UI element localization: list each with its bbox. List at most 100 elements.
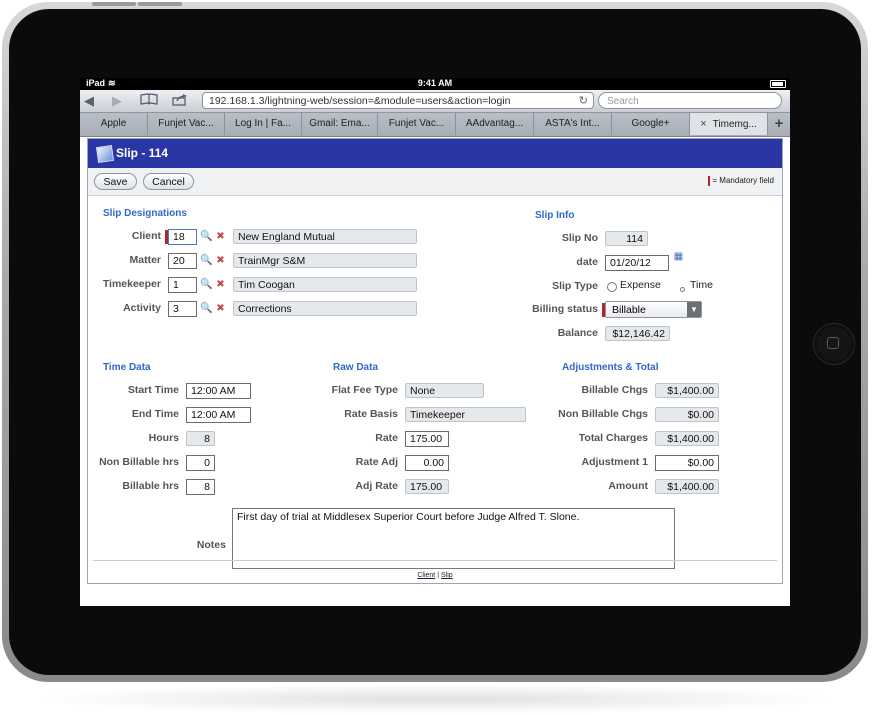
activity-id-input[interactable]: 3 <box>168 301 197 317</box>
forward-icon[interactable]: ▶ <box>112 93 122 109</box>
address-text: 192.168.1.3/lightning-web/session=&modul… <box>209 95 511 107</box>
end-time-input[interactable]: 12:00 AM <box>186 407 251 423</box>
balance-label: Balance <box>557 327 598 339</box>
status-bar: iPad ≋ 9:41 AM <box>80 78 790 90</box>
lookup-icon[interactable]: 🔍 <box>200 231 212 242</box>
clear-icon[interactable]: ✖ <box>215 303 226 314</box>
clear-icon[interactable]: ✖ <box>215 255 226 266</box>
browser-toolbar: ◀ ▶ 192.168.1.3/lightning-web/session=&m… <box>80 90 790 113</box>
action-bar: Save Cancel = Mandatory field <box>88 168 782 196</box>
browser-tab[interactable]: Log In | Fa... <box>225 113 302 135</box>
chevron-down-icon: ▼ <box>687 302 701 317</box>
billing-status-value: Billable <box>612 304 646 316</box>
rate-adj-input[interactable]: 0.00 <box>405 455 449 471</box>
form-title: Slip - 114 <box>116 146 169 160</box>
browser-tab[interactable]: Funjet Vac... <box>148 113 225 135</box>
lookup-icon[interactable]: 🔍 <box>200 255 212 266</box>
home-button-icon <box>827 337 839 349</box>
adj-rate-field: 175.00 <box>405 479 449 494</box>
adj-rate-label: Adj Rate <box>355 480 398 492</box>
lookup-icon[interactable]: 🔍 <box>200 279 212 290</box>
browser-tab[interactable]: Gmail: Ema... <box>302 113 378 135</box>
timekeeper-id-input[interactable]: 1 <box>168 277 197 293</box>
balance-field: $12,146.42 <box>605 326 670 341</box>
time-radio[interactable] <box>680 287 685 292</box>
slip-info-heading: Slip Info <box>535 210 575 221</box>
timekeeper-label: Timekeeper <box>102 278 161 290</box>
slip-link[interactable]: Slip <box>441 572 453 579</box>
browser-tab[interactable]: Funjet Vac... <box>378 113 456 135</box>
save-button[interactable]: Save <box>94 173 137 190</box>
mandatory-legend: = Mandatory field <box>708 176 774 186</box>
non-billable-hrs-input[interactable]: 0 <box>186 455 215 471</box>
hours-label: Hours <box>148 432 179 444</box>
browser-tab[interactable]: Google+ <box>612 113 690 135</box>
volume-button <box>92 2 136 6</box>
status-time: 9:41 AM <box>417 78 453 88</box>
timekeeper-name-field: Tim Coogan <box>233 277 417 292</box>
billable-hrs-label: Billable hrs <box>122 480 179 492</box>
browser-tab[interactable]: ASTA's Int... <box>534 113 612 135</box>
browser-tab[interactable]: Apple <box>80 113 148 135</box>
slip-icon <box>95 144 115 164</box>
flat-fee-type-label: Flat Fee Type <box>331 384 398 396</box>
search-field[interactable]: Search <box>598 92 782 109</box>
calendar-icon[interactable]: ▦ <box>673 251 684 262</box>
reload-icon[interactable]: ↻ <box>579 93 588 110</box>
flat-fee-type-field: None <box>405 383 484 398</box>
address-bar[interactable]: 192.168.1.3/lightning-web/session=&modul… <box>202 92 594 109</box>
tab-close-icon[interactable]: × <box>700 118 706 130</box>
amount-field: $1,400.00 <box>655 479 719 494</box>
matter-label: Matter <box>129 254 161 266</box>
slip-no-field: 114 <box>605 231 648 246</box>
expense-radio[interactable] <box>607 282 617 292</box>
rate-label: Rate <box>375 432 398 444</box>
mandatory-text: = Mandatory field <box>712 176 774 186</box>
browser-tabs: Apple Funjet Vac... Log In | Fa... Gmail… <box>80 113 790 137</box>
billing-status-select[interactable]: Billable ▼ <box>605 301 702 318</box>
client-id-input[interactable]: 18 <box>168 229 197 245</box>
notes-label: Notes <box>196 539 226 551</box>
billable-chgs-field: $1,400.00 <box>655 383 719 398</box>
battery-icon <box>770 80 786 88</box>
non-billable-chgs-label: Non Billable Chgs <box>558 408 648 420</box>
matter-id-input[interactable]: 20 <box>168 253 197 269</box>
back-icon[interactable]: ◀ <box>84 93 94 109</box>
slip-form: Slip - 114 Save Cancel = Mandatory field… <box>87 138 783 584</box>
rate-adj-label: Rate Adj <box>355 456 398 468</box>
client-name-field: New England Mutual <box>233 229 417 244</box>
clear-icon[interactable]: ✖ <box>215 231 226 242</box>
mandatory-marker <box>708 176 711 186</box>
billable-hrs-input[interactable]: 8 <box>186 479 215 495</box>
browser-tab-active[interactable]: × Timemg... <box>690 113 768 135</box>
clear-icon[interactable]: ✖ <box>215 279 226 290</box>
start-time-input[interactable]: 12:00 AM <box>186 383 251 399</box>
billing-status-label: Billing status <box>532 303 598 315</box>
new-tab-button[interactable]: + <box>768 113 790 136</box>
end-time-label: End Time <box>131 408 179 420</box>
slip-designations-heading: Slip Designations <box>103 208 187 219</box>
cancel-button[interactable]: Cancel <box>143 173 194 190</box>
matter-name-field: TrainMgr S&M <box>233 253 417 268</box>
share-icon[interactable] <box>172 93 188 109</box>
start-time-label: Start Time <box>127 384 179 396</box>
client-link[interactable]: Client <box>417 572 435 579</box>
footer-separator: | <box>437 572 440 579</box>
rate-basis-field: Timekeeper <box>405 407 526 422</box>
slip-type-label: Slip Type <box>552 280 598 292</box>
total-charges-label: Total Charges <box>578 432 648 444</box>
rate-input[interactable]: 175.00 <box>405 431 449 447</box>
date-input[interactable]: 01/20/12 <box>605 255 669 271</box>
volume-button-2 <box>138 2 182 6</box>
adjustment-1-input[interactable]: $0.00 <box>655 455 719 471</box>
device-shadow <box>30 684 843 714</box>
lookup-icon[interactable]: 🔍 <box>200 303 212 314</box>
bookmarks-icon[interactable] <box>140 93 158 108</box>
non-billable-chgs-field: $0.00 <box>655 407 719 422</box>
expense-radio-label: Expense <box>620 279 661 291</box>
form-titlebar: Slip - 114 <box>88 139 782 168</box>
raw-data-heading: Raw Data <box>333 362 379 373</box>
tab-label: Timemg... <box>712 119 757 130</box>
home-button[interactable] <box>813 323 855 365</box>
browser-tab[interactable]: AAdvantag... <box>456 113 534 135</box>
